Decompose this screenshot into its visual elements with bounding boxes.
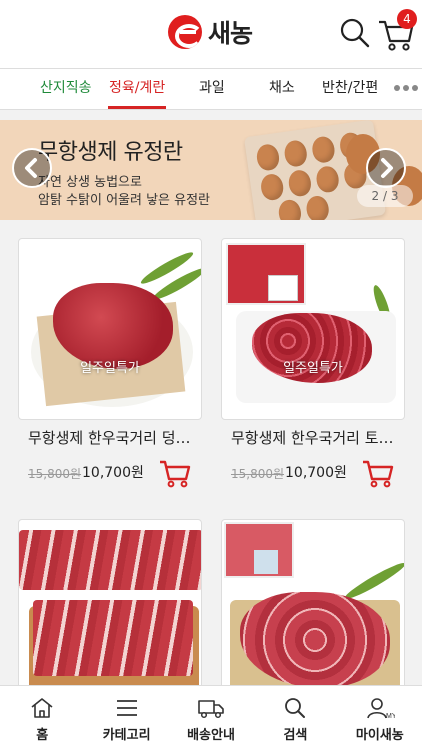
tab-fruit[interactable]: 과일: [199, 69, 225, 109]
logo-text: 새농: [208, 19, 253, 48]
special-offer-label: 일주일특가: [283, 361, 343, 376]
truck-icon: [198, 700, 224, 719]
app-screen: 새농 4 산지직송 정육/계란 과일 채소 반찬/간편 무항생제 유정란 자연 …: [0, 0, 422, 750]
nav-label: 홈: [36, 728, 49, 743]
nav-my-page[interactable]: MY 마이새농: [338, 686, 422, 750]
search-icon: [285, 698, 306, 718]
search-icon: [340, 18, 370, 48]
product-grid: 일주일특가 무항생제 한우국거리 덩… 15,800원 10,700원 일주일특…: [0, 220, 422, 685]
promo-banner[interactable]: 무항생제 유정란 자연 상생 농법으로 암탉 수탉이 어울려 낳은 유정란: [0, 120, 422, 220]
more-tabs-icon[interactable]: [394, 85, 418, 91]
banner-page-indicator: 2 / 3: [357, 185, 413, 207]
product-name[interactable]: 무항생제 한우국거리 덩…: [28, 427, 191, 448]
nav-label: 마이새농: [355, 728, 404, 743]
banner-subtitle-line: 자연 상생 농법으로: [38, 175, 142, 190]
banner-next-button[interactable]: [366, 148, 406, 188]
nav-search[interactable]: 검색: [253, 686, 337, 750]
category-tabs: 산지직송 정육/계란 과일 채소 반찬/간편: [0, 68, 422, 110]
banner-prev-button[interactable]: [12, 148, 52, 188]
add-to-cart-button[interactable]: [361, 457, 395, 489]
chevron-left-icon: [25, 158, 37, 178]
nav-label: 배송안내: [187, 728, 235, 743]
cart-icon: [363, 460, 394, 488]
cart-count-badge: 4: [397, 9, 417, 29]
product-image[interactable]: [221, 519, 405, 685]
banner-subtitle: 자연 상생 농법으로 암탉 수탉이 어울려 낳은 유정란: [38, 174, 258, 210]
header: 새농 4: [0, 0, 422, 68]
logo[interactable]: 새농: [168, 14, 253, 50]
cart-icon: [160, 460, 191, 488]
banner-title: 무항생제 유정란: [38, 140, 183, 165]
add-to-cart-button[interactable]: [158, 457, 192, 489]
nav-home[interactable]: 홈: [0, 686, 84, 750]
original-price: 15,800원: [28, 467, 82, 481]
search-button[interactable]: [338, 16, 372, 50]
logo-mark-icon: [168, 15, 202, 49]
product-image[interactable]: 일주일특가: [221, 238, 405, 420]
tab-vegetable[interactable]: 채소: [269, 69, 295, 109]
banner-subtitle-line: 암탉 수탉이 어울려 낳은 유정란: [38, 193, 211, 208]
original-price: 15,800원: [231, 467, 285, 481]
product-name[interactable]: 무항생제 한우국거리 토…: [231, 427, 394, 448]
nav-category[interactable]: 카테고리: [84, 686, 168, 750]
home-icon: [31, 698, 53, 718]
menu-icon: [116, 700, 137, 716]
product-image[interactable]: [18, 519, 202, 685]
tab-side-dish[interactable]: 반찬/간편: [322, 69, 378, 109]
sale-price: 10,700원: [82, 465, 144, 481]
nav-label: 카테고리: [102, 728, 151, 743]
special-offer-label: 일주일특가: [80, 361, 140, 376]
my-badge-text: MY: [386, 713, 395, 720]
bottom-navigation: 홈 카테고리 배송안내 검색 MY 마이새농: [0, 685, 422, 750]
nav-delivery-info[interactable]: 배송안내: [169, 686, 253, 750]
tab-local-direct[interactable]: 산지직송: [40, 69, 92, 109]
user-icon: MY: [367, 698, 395, 720]
sale-price: 10,700원: [285, 465, 347, 481]
nav-label: 검색: [283, 728, 308, 743]
chevron-right-icon: [381, 158, 393, 178]
tab-meat-eggs[interactable]: 정육/계란: [108, 69, 167, 109]
product-image[interactable]: 일주일특가: [18, 238, 202, 420]
